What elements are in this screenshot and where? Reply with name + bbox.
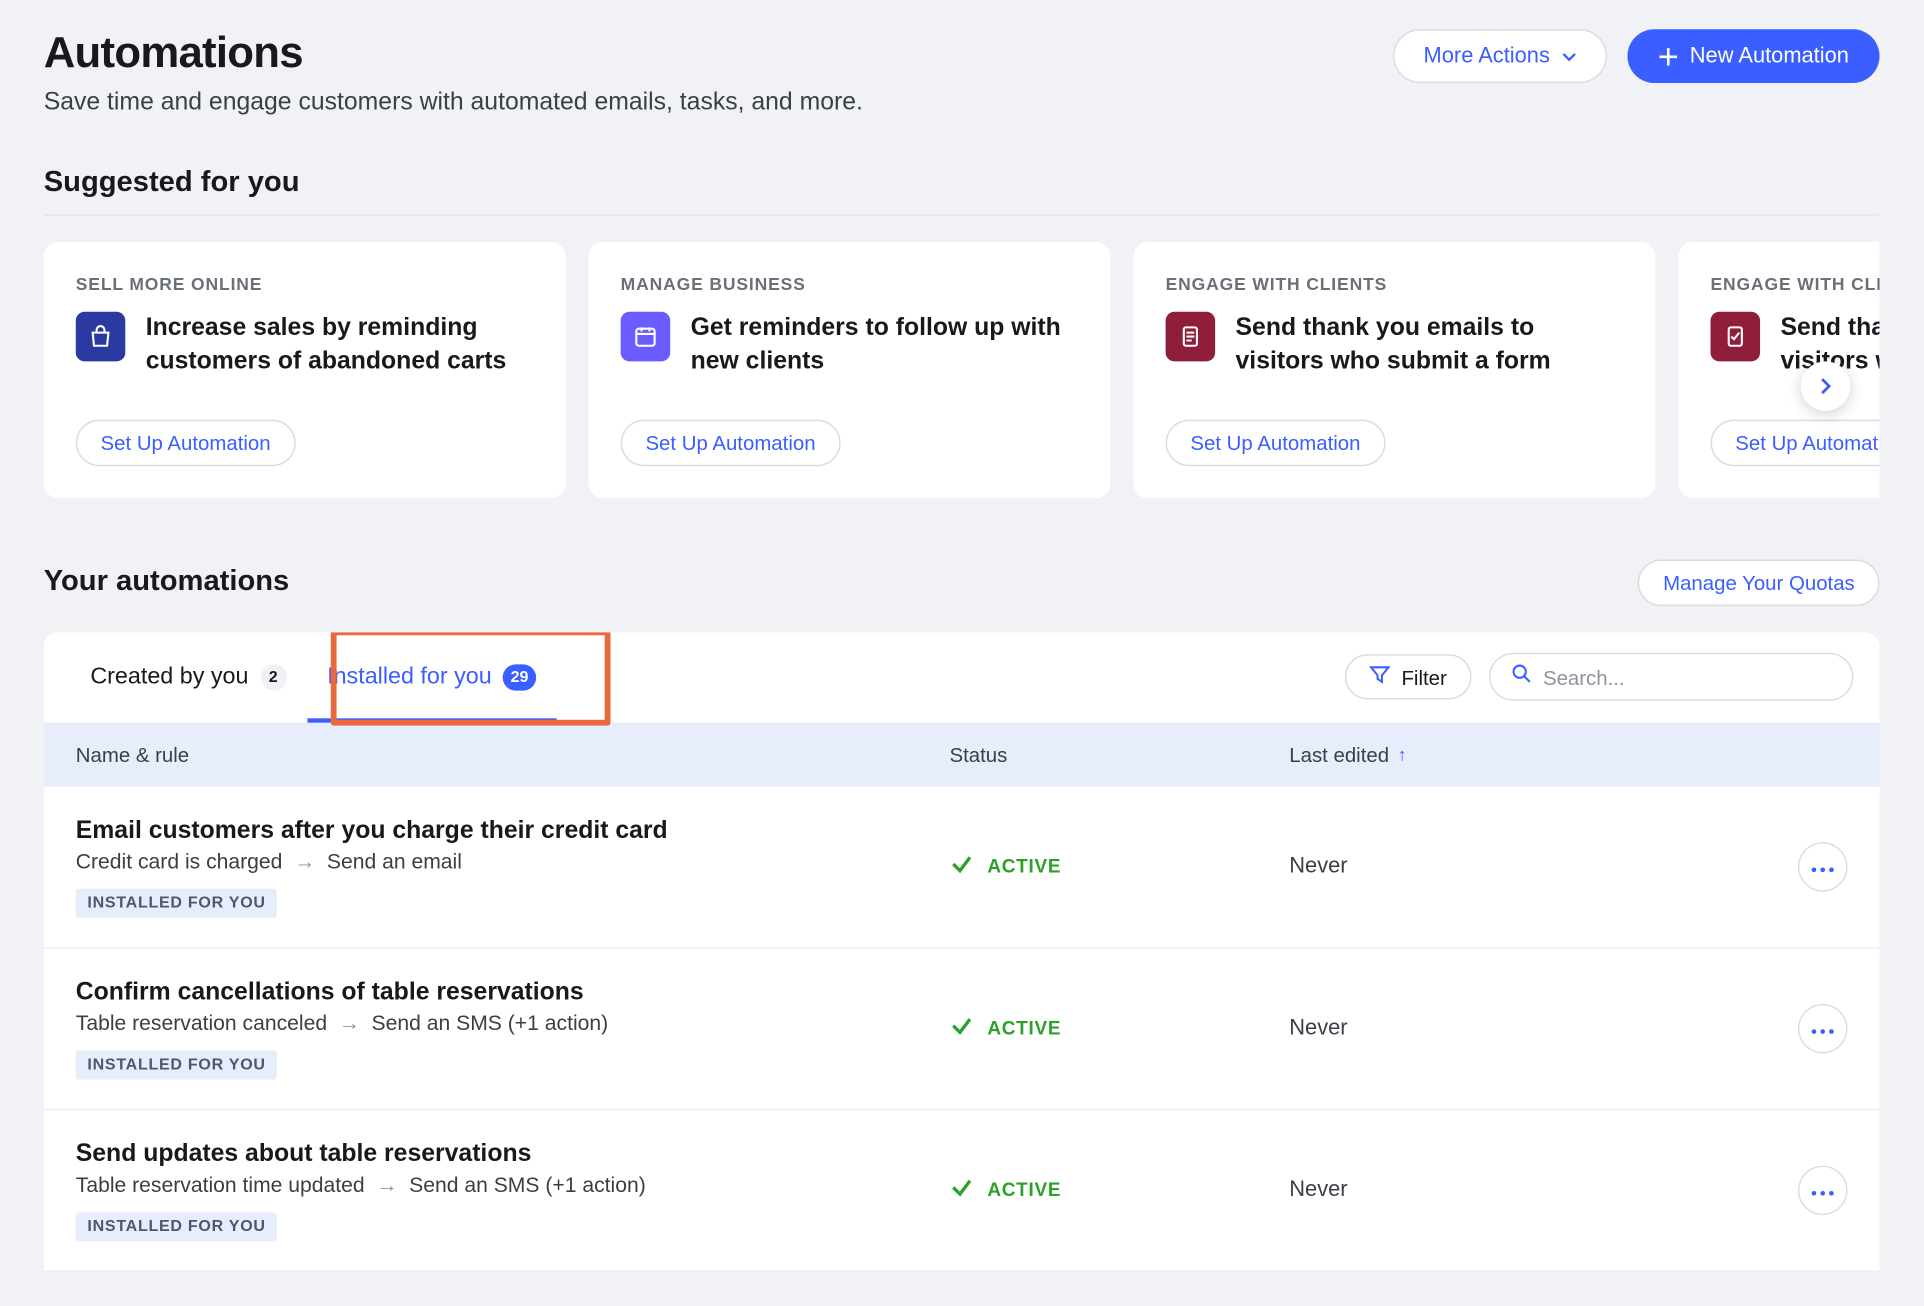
calendar-icon (621, 312, 671, 362)
search-input[interactable] (1543, 666, 1831, 689)
check-icon (949, 1015, 972, 1043)
filter-button[interactable]: Filter (1345, 655, 1472, 700)
rule-trigger: Table reservation canceled (76, 1012, 327, 1035)
chevron-down-icon (1562, 49, 1577, 64)
search-icon (1511, 663, 1531, 691)
more-horizontal-icon (1811, 1177, 1834, 1203)
status-cell: ACTIVE (949, 853, 1289, 881)
col-edited-header[interactable]: Last edited ↑ (1289, 743, 1774, 766)
suggested-heading: Suggested for you (44, 166, 1880, 200)
automations-table-panel: Created by you 2 Installed for you 29 Fi… (44, 632, 1880, 1272)
search-field-wrap[interactable] (1489, 653, 1853, 701)
rule-trigger: Table reservation time updated (76, 1174, 365, 1197)
last-edited-cell: Never (1289, 854, 1774, 879)
card-title: Get reminders to follow up with new clie… (691, 312, 1079, 379)
rule-action: Send an SMS (+1 action) (409, 1174, 646, 1197)
table-row[interactable]: Email customers after you charge their c… (44, 787, 1880, 949)
table-row[interactable]: Send updates about table reservations Ta… (44, 1110, 1880, 1272)
more-horizontal-icon (1811, 1015, 1834, 1041)
row-more-button[interactable] (1798, 1165, 1848, 1215)
clipboard-check-icon (1711, 312, 1761, 362)
setup-automation-button[interactable]: Set Up Automation (621, 419, 841, 466)
more-horizontal-icon (1811, 854, 1834, 880)
arrow-right-icon: → (376, 1174, 397, 1197)
suggested-cards-row: SELL MORE ONLINE Increase sales by remin… (44, 242, 1880, 498)
suggested-card[interactable]: ENGAGE WITH CLIENTS Send thank you email… (1134, 242, 1656, 498)
automation-rule: Credit card is charged → Send an email (76, 851, 950, 874)
col-name-header[interactable]: Name & rule (76, 743, 950, 766)
col-status-header[interactable]: Status (949, 743, 1289, 766)
status-label: ACTIVE (987, 1179, 1061, 1201)
tab-label: Created by you (90, 664, 248, 690)
more-actions-button[interactable]: More Actions (1393, 29, 1607, 83)
rule-action: Send an email (327, 851, 462, 874)
automation-rule: Table reservation time updated → Send an… (76, 1174, 950, 1197)
arrow-right-icon: → (294, 851, 315, 874)
automation-rule: Table reservation canceled → Send an SMS… (76, 1012, 950, 1035)
card-category: MANAGE BUSINESS (621, 274, 1078, 294)
status-cell: ACTIVE (949, 1176, 1289, 1204)
status-label: ACTIVE (987, 856, 1061, 878)
tab-installed-for-you[interactable]: Installed for you 29 (307, 632, 556, 722)
scroll-next-button[interactable] (1801, 361, 1851, 411)
installed-tag: INSTALLED FOR YOU (76, 1050, 278, 1079)
more-actions-label: More Actions (1424, 44, 1550, 69)
tab-count-badge: 29 (503, 664, 535, 690)
tab-created-by-you[interactable]: Created by you 2 (70, 632, 307, 722)
page-title: Automations (44, 29, 863, 79)
table-row[interactable]: Confirm cancellations of table reservati… (44, 948, 1880, 1110)
last-edited-cell: Never (1289, 1016, 1774, 1041)
suggested-card[interactable]: ENGAGE WITH CLIENTS Send thank you email… (1678, 242, 1879, 498)
status-cell: ACTIVE (949, 1015, 1289, 1043)
your-automations-heading: Your automations (44, 566, 290, 600)
card-category: ENGAGE WITH CLIENTS (1711, 274, 1880, 294)
rule-trigger: Credit card is charged (76, 851, 283, 874)
installed-tag: INSTALLED FOR YOU (76, 889, 278, 918)
setup-automation-button[interactable]: Set Up Automation (76, 419, 296, 466)
new-automation-label: New Automation (1690, 44, 1849, 69)
row-more-button[interactable] (1798, 842, 1848, 892)
automation-title: Send updates about table reservations (76, 1139, 950, 1168)
card-category: ENGAGE WITH CLIENTS (1166, 274, 1623, 294)
filter-label: Filter (1401, 666, 1446, 689)
chevron-right-icon (1817, 377, 1834, 394)
suggested-card[interactable]: SELL MORE ONLINE Increase sales by remin… (44, 242, 566, 498)
tabs-row: Created by you 2 Installed for you 29 Fi… (44, 632, 1880, 722)
installed-tag: INSTALLED FOR YOU (76, 1212, 278, 1241)
check-icon (949, 853, 972, 881)
table-column-header: Name & rule Status Last edited ↑ (44, 722, 1880, 786)
col-edited-label: Last edited (1289, 743, 1389, 766)
setup-automation-button[interactable]: Set Up Automation (1711, 419, 1880, 466)
tab-count-badge: 2 (260, 664, 286, 690)
shopping-bag-icon (76, 312, 126, 362)
tab-label: Installed for you (327, 664, 492, 690)
clipboard-icon (1166, 312, 1216, 362)
card-title: Send thank you emails to visitors who su… (1236, 312, 1624, 379)
plus-icon (1658, 46, 1678, 66)
page-subtitle: Save time and engage customers with auto… (44, 87, 863, 116)
rule-action: Send an SMS (+1 action) (372, 1012, 609, 1035)
card-title: Increase sales by reminding customers of… (146, 312, 534, 379)
last-edited-cell: Never (1289, 1178, 1774, 1203)
suggested-card[interactable]: MANAGE BUSINESS Get reminders to follow … (589, 242, 1111, 498)
automation-title: Email customers after you charge their c… (76, 816, 950, 845)
automation-title: Confirm cancellations of table reservati… (76, 977, 950, 1006)
divider (44, 214, 1880, 215)
row-more-button[interactable] (1798, 1004, 1848, 1054)
filter-icon (1369, 665, 1389, 690)
arrow-right-icon: → (339, 1012, 360, 1035)
sort-ascending-icon: ↑ (1398, 744, 1407, 764)
manage-quotas-button[interactable]: Manage Your Quotas (1638, 559, 1879, 606)
check-icon (949, 1176, 972, 1204)
status-label: ACTIVE (987, 1018, 1061, 1040)
setup-automation-button[interactable]: Set Up Automation (1166, 419, 1386, 466)
card-category: SELL MORE ONLINE (76, 274, 533, 294)
new-automation-button[interactable]: New Automation (1627, 29, 1879, 83)
